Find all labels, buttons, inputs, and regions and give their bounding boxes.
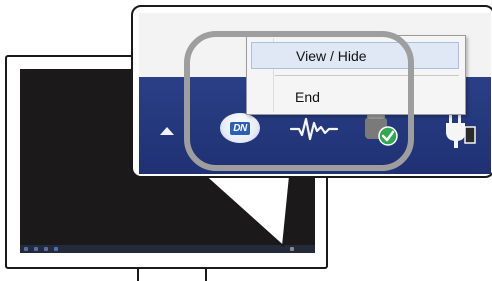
highlight-ring <box>184 31 414 171</box>
power-plug-icon[interactable] <box>443 109 479 149</box>
zoomed-tray-view: DN View / Hide End <box>139 13 491 174</box>
zoom-callout: DN View / Hide End <box>131 5 492 178</box>
show-hidden-icons-arrow-icon[interactable] <box>160 127 174 135</box>
